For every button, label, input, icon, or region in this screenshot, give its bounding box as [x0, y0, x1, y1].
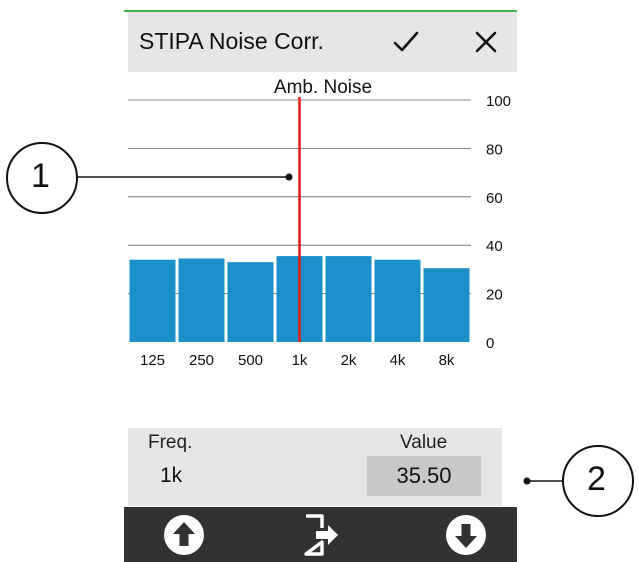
callout-lines: [6, 142, 634, 517]
callout-2-number: 2: [587, 460, 606, 498]
callout-1-dot: [285, 173, 293, 181]
callout-2-dot: [523, 477, 531, 485]
callout-1-number: 1: [31, 157, 50, 195]
